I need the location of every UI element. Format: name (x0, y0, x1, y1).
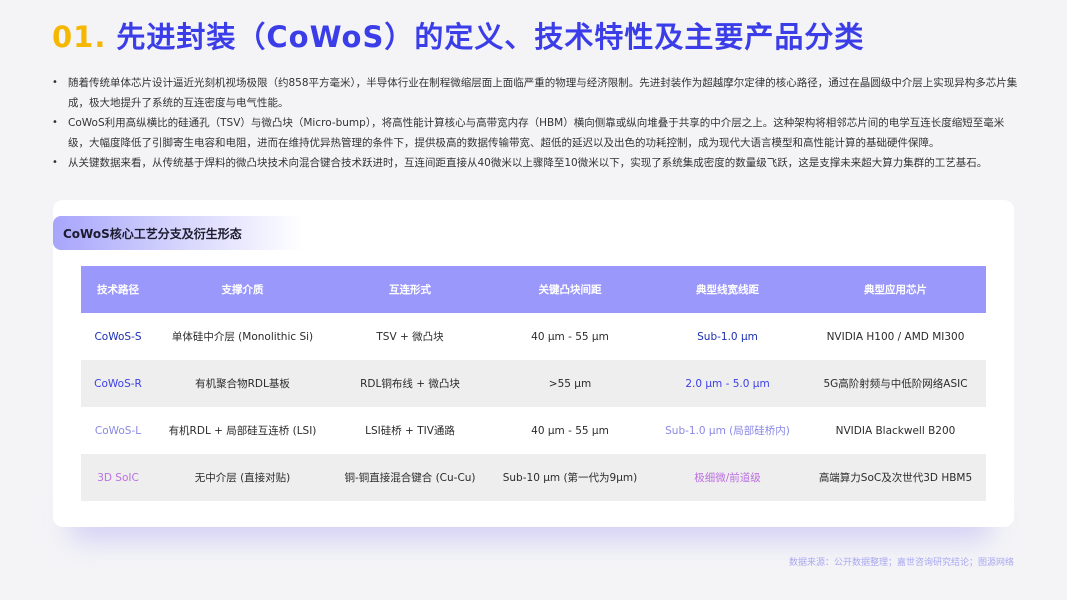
table-row: CoWoS-S 单体硅中介层 (Monolithic Si) TSV + 微凸块… (81, 313, 986, 360)
table-cell: Sub-1.0 μm (697, 330, 758, 343)
table-cell: 2.0 μm - 5.0 μm (650, 360, 805, 407)
table-cell: 40 μm - 55 μm (531, 424, 609, 437)
table-cell: 极细微/前道级 (650, 454, 805, 501)
header-cell: 技术路径 (81, 266, 155, 313)
bullet-list: 随着传统单体芯片设计逼近光刻机视场极限（约858平方毫米），半导体行业在制程微缩… (52, 73, 1022, 173)
table-cell: 40 μm - 55 μm (531, 330, 609, 343)
table-cell: 单体硅中介层 (Monolithic Si) (171, 331, 314, 343)
table-cell: TSV + 微凸块 (376, 331, 444, 343)
cowos-table: 技术路径 支撑介质 互连形式 关键凸块间距 典型线宽线距 典型应用芯片 CoWo… (81, 266, 986, 501)
table-row: CoWoS-L 有机RDL + 局部硅互连桥 (LSI) LSI硅桥 + TIV… (81, 407, 986, 454)
table-cell: 3D SoIC (81, 454, 155, 501)
bullet-item: 随着传统单体芯片设计逼近光刻机视场极限（约858平方毫米），半导体行业在制程微缩… (52, 73, 1022, 113)
table-cell: NVIDIA H100 / AMD MI300 (826, 330, 965, 343)
table-cell: 无中介层 (直接对贴) (155, 454, 330, 501)
table-cell: CoWoS-R (81, 360, 155, 407)
table-cell: 有机聚合物RDL基板 (155, 360, 330, 407)
bullet-item: CoWoS利用高纵横比的硅通孔（TSV）与微凸块（Micro-bump），将高性… (52, 113, 1022, 153)
section-number: 01. (52, 20, 107, 54)
table-cell: 高端算力SoC及次世代3D HBM5 (805, 454, 986, 501)
table-row: CoWoS-R 有机聚合物RDL基板 RDL铜布线 + 微凸块 >55 μm 2… (81, 360, 986, 407)
table-cell: Sub-1.0 μm (局部硅桥内) (665, 425, 790, 437)
table-header-row: 技术路径 支撑介质 互连形式 关键凸块间距 典型线宽线距 典型应用芯片 (81, 266, 986, 313)
card-tag-label: CoWoS核心工艺分支及衍生形态 (63, 227, 242, 241)
table-cell: NVIDIA Blackwell B200 (835, 424, 956, 437)
table-cell: 铜-铜直接混合键合 (Cu-Cu) (330, 454, 490, 501)
table-row: 3D SoIC 无中介层 (直接对贴) 铜-铜直接混合键合 (Cu-Cu) Su… (81, 454, 986, 501)
bullet-item: 从关键数据来看，从传统基于焊料的微凸块技术向混合键合技术跃进时，互连间距直接从4… (52, 153, 1022, 173)
source-note: 数据来源：公开数据整理；嘉世咨询研究结论；图源网络 (788, 558, 1014, 568)
header-cell: 典型线宽线距 (650, 266, 805, 313)
table-cell: >55 μm (490, 360, 650, 407)
title-text: 先进封装（CoWoS）的定义、技术特性及主要产品分类 (116, 20, 865, 54)
table-cell: 5G高阶射频与中低阶网络ASIC (805, 360, 986, 407)
header-cell: 互连形式 (330, 266, 490, 313)
card-tag: CoWoS核心工艺分支及衍生形态 (53, 216, 303, 250)
table-cell: Sub-10 μm (第一代为9μm) (490, 454, 650, 501)
table-cell: 有机RDL + 局部硅互连桥 (LSI) (168, 425, 317, 437)
table-cell: CoWoS-L (94, 424, 142, 437)
table-cell: RDL铜布线 + 微凸块 (330, 360, 490, 407)
table-cell: CoWoS-S (94, 330, 142, 343)
header-cell: 关键凸块间距 (490, 266, 650, 313)
table-cell: LSI硅桥 + TIV通路 (365, 425, 455, 437)
content-card: CoWoS核心工艺分支及衍生形态 技术路径 支撑介质 互连形式 关键凸块间距 典… (53, 200, 1014, 527)
header-cell: 支撑介质 (155, 266, 330, 313)
page-title: 01. 先进封装（CoWoS）的定义、技术特性及主要产品分类 (52, 14, 864, 56)
header-cell: 典型应用芯片 (805, 266, 986, 313)
